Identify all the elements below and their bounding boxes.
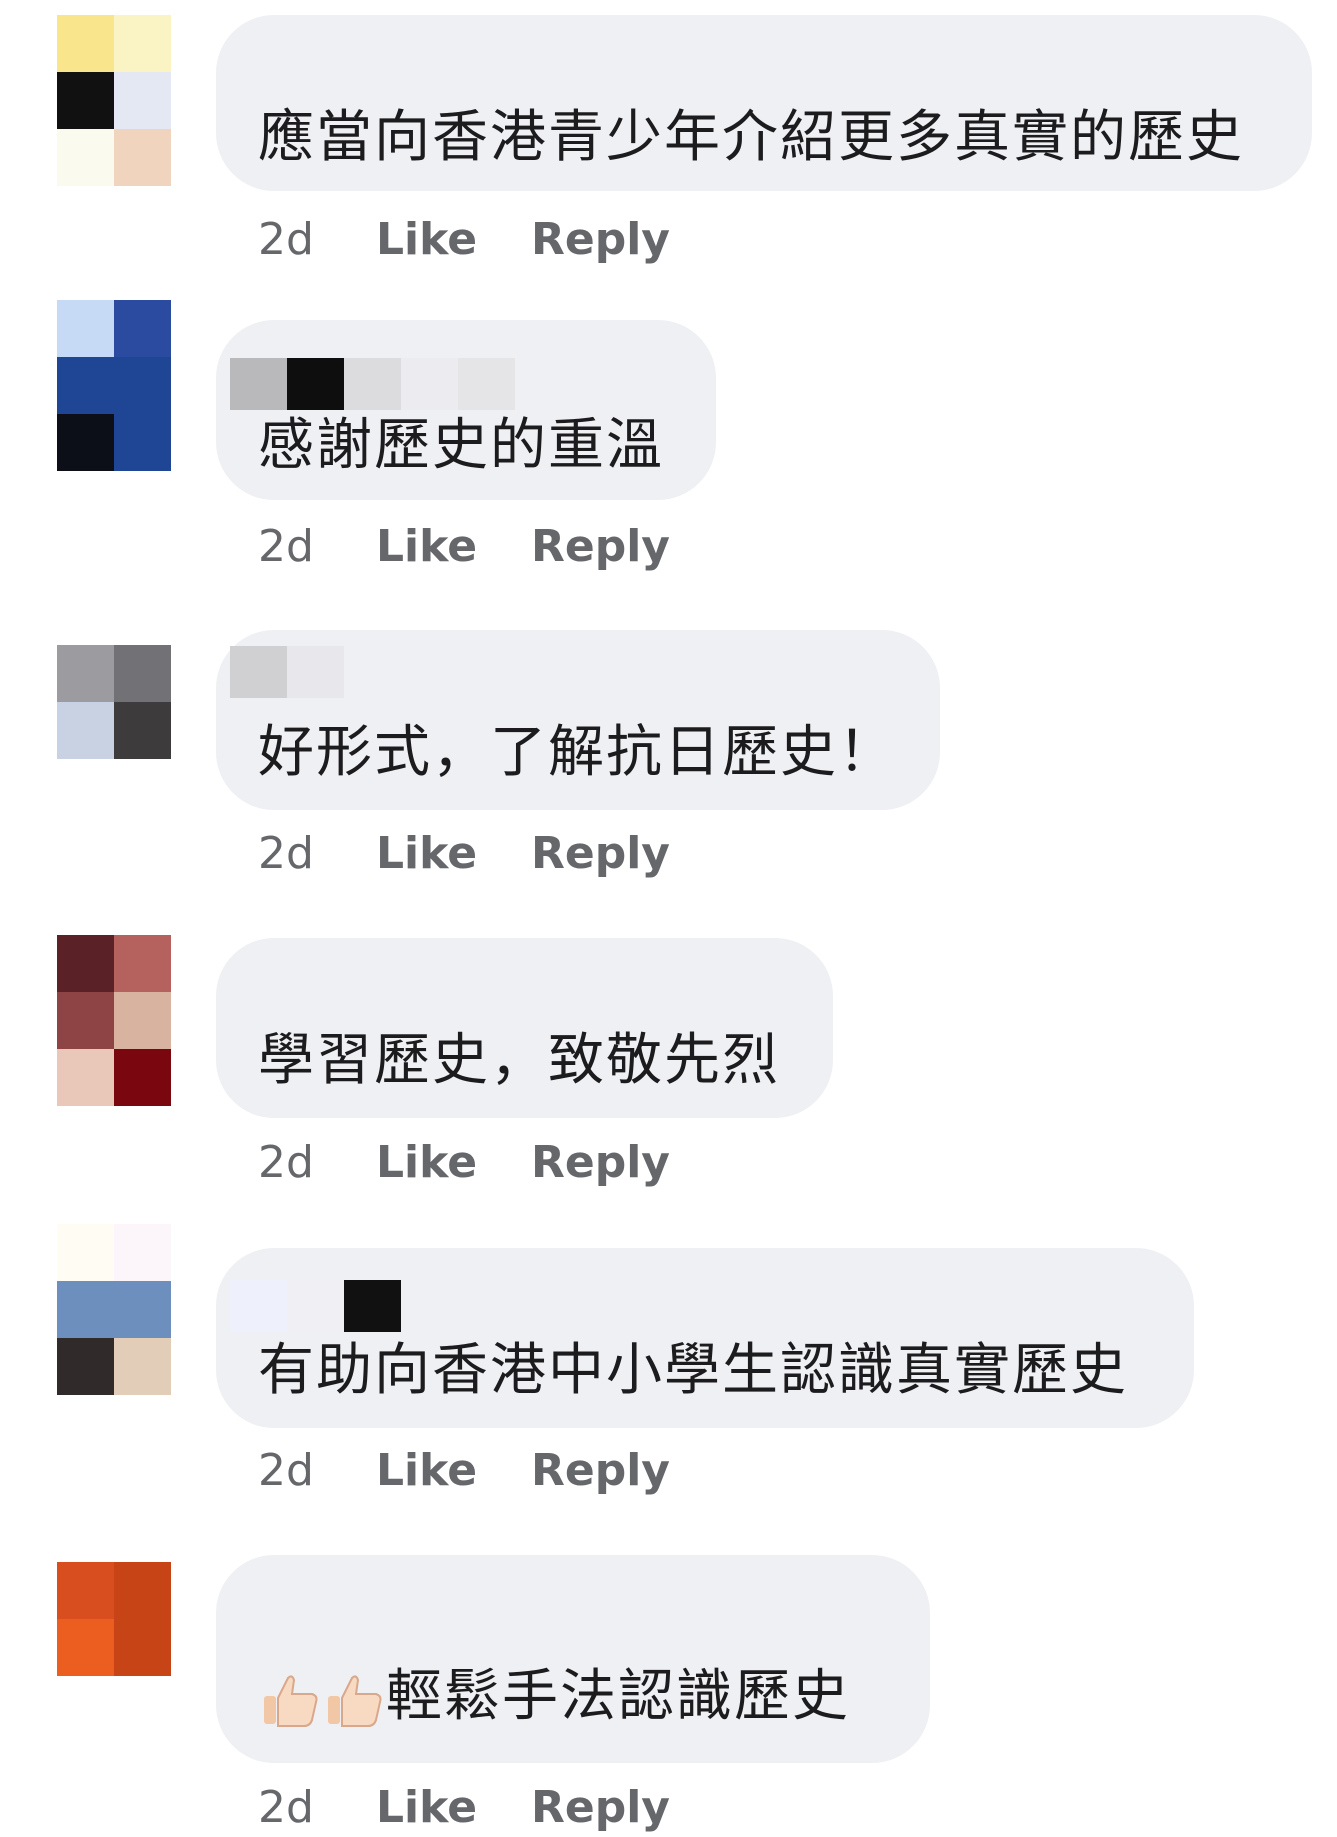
avatar[interactable] [57,935,172,1107]
reply-button[interactable]: Reply [531,521,670,572]
comment-text: 輕鬆手法認識歷史 [258,1664,850,1732]
commenter-name-blurred [230,358,515,410]
comment-actions: 2d Like Reply [258,214,670,265]
comment-actions: 2d Like Reply [258,1137,670,1188]
commenter-name-blurred [230,1280,401,1332]
timestamp: 2d [258,1782,314,1833]
comment-text: 應當向香港青少年介紹更多真實的歷史 [258,105,1244,170]
reply-button[interactable]: Reply [531,828,670,879]
comment-actions: 2d Like Reply [258,1445,670,1496]
avatar[interactable] [57,1562,172,1676]
like-button[interactable]: Like [376,1782,531,1833]
like-button[interactable]: Like [376,1137,531,1188]
reply-button[interactable]: Reply [531,214,670,265]
comment-actions: 2d Like Reply [258,828,670,879]
avatar[interactable] [57,645,172,759]
like-button[interactable]: Like [376,1445,531,1496]
avatar[interactable] [57,1224,172,1396]
thumbs-up-icon [328,1675,382,1727]
like-button[interactable]: Like [376,214,531,265]
comment-actions: 2d Like Reply [258,521,670,572]
commenter-name-blurred [230,646,344,698]
reply-button[interactable]: Reply [531,1782,670,1833]
like-button[interactable]: Like [376,521,531,572]
reply-button[interactable]: Reply [531,1445,670,1496]
avatar[interactable] [57,300,172,472]
timestamp: 2d [258,828,314,879]
timestamp: 2d [258,1137,314,1188]
comment-text: 好形式，了解抗日歷史！ [258,720,896,785]
comment-actions: 2d Like Reply [258,1782,670,1833]
like-button[interactable]: Like [376,828,531,879]
comment-text-label: 輕鬆手法認識歷史 [386,1664,850,1729]
thumbs-up-icon [264,1675,318,1727]
timestamp: 2d [258,1445,314,1496]
comment-text: 感謝歷史的重溫 [258,413,664,478]
reply-button[interactable]: Reply [531,1137,670,1188]
avatar[interactable] [57,15,172,187]
timestamp: 2d [258,214,314,265]
timestamp: 2d [258,521,314,572]
comment-text: 有助向香港中小學生認識真實歷史 [258,1338,1128,1403]
comment-text: 學習歷史，致敬先烈 [258,1028,780,1093]
